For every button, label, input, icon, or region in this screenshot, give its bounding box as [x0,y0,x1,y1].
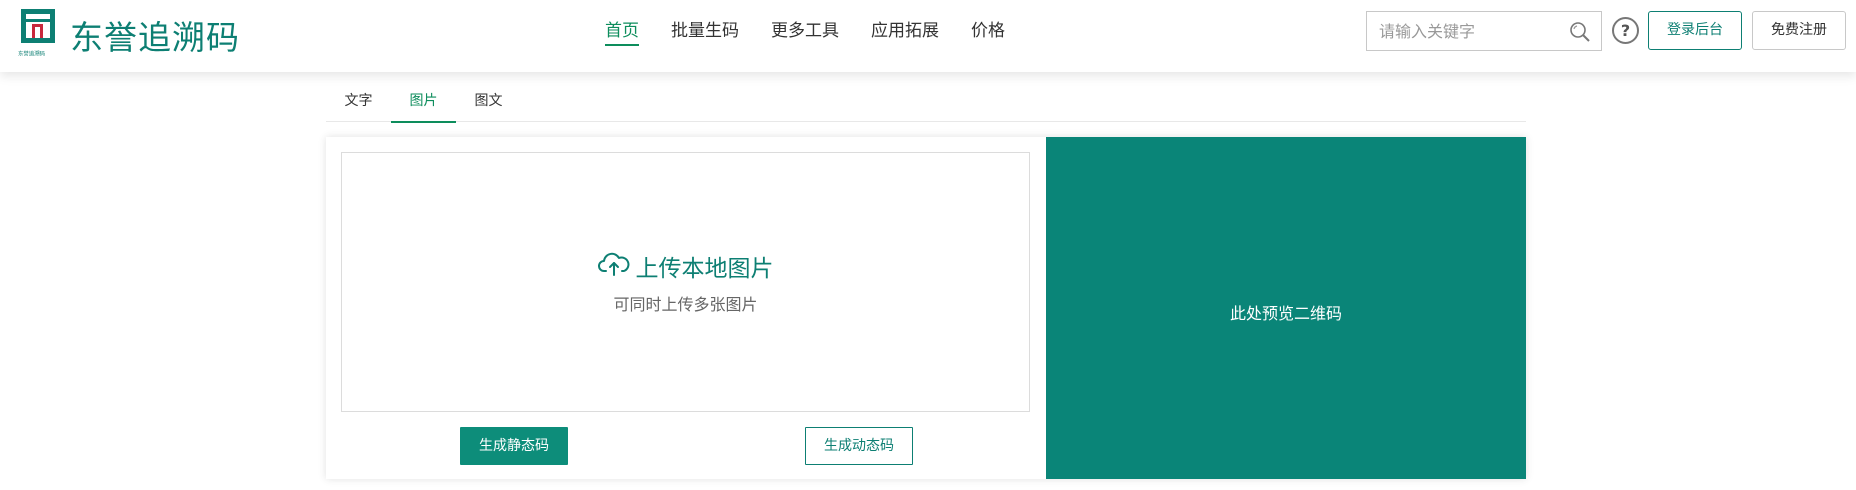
nav-item-pricing[interactable]: 价格 [971,0,1005,72]
login-button[interactable]: 登录后台 [1648,11,1742,50]
upload-title-label: 上传本地图片 [635,256,774,282]
qr-preview-placeholder: 此处预览二维码 [1229,304,1342,323]
upload-subtitle: 可同时上传多张图片 [613,295,758,314]
search-box [1366,11,1602,51]
tab-image-text[interactable]: 图文 [456,86,521,122]
logo-mark: 东誉追溯码 [18,6,58,58]
logo[interactable]: 东誉追溯码 东誉追溯码 [18,6,240,59]
tab-text[interactable]: 文字 [326,86,391,122]
tab-image[interactable]: 图片 [391,86,456,123]
generator-card: 上传本地图片 可同时上传多张图片 生成静态码 生成动态码 此处预览二维码 [326,137,1526,479]
nav-item-batch-generate[interactable]: 批量生码 [671,0,739,72]
generate-static-code-button[interactable]: 生成静态码 [460,427,568,465]
upload-title[interactable]: 上传本地图片 [342,249,1029,283]
nav-item-home[interactable]: 首页 [605,0,639,72]
content-type-tabs: 文字 图片 图文 [326,86,1526,123]
brand-name: 东誉追溯码 [70,18,240,57]
main-nav: 首页 批量生码 更多工具 应用拓展 价格 [605,0,1037,72]
qr-preview-panel: 此处预览二维码 [1046,137,1526,479]
site-header: 东誉追溯码 东誉追溯码 首页 批量生码 更多工具 应用拓展 价格 ? 登录后台 … [0,0,1856,72]
logo-icon [21,9,55,43]
search-input[interactable] [1379,12,1569,50]
search-icon[interactable] [1569,21,1591,43]
nav-item-more-tools[interactable]: 更多工具 [771,0,839,72]
help-icon[interactable]: ? [1612,17,1639,44]
nav-item-app-extensions[interactable]: 应用拓展 [871,0,939,72]
generate-dynamic-code-button[interactable]: 生成动态码 [805,427,913,465]
register-button[interactable]: 免费注册 [1752,11,1846,50]
upload-dropzone[interactable]: 上传本地图片 可同时上传多张图片 [341,152,1030,412]
logo-caption: 东誉追溯码 [18,50,46,58]
cloud-upload-icon [597,252,629,276]
